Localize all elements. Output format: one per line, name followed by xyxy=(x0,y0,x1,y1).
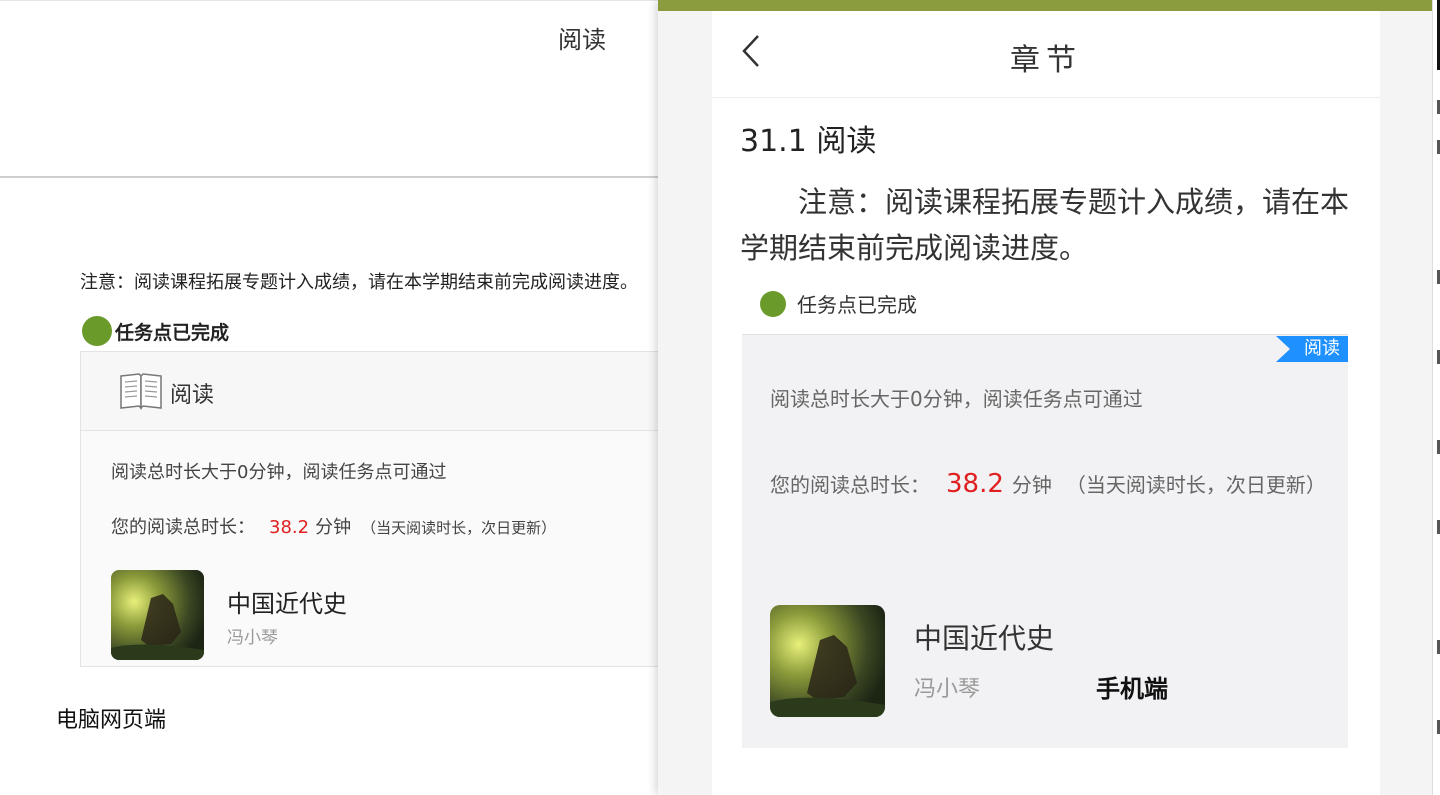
duration-value: 38.2 xyxy=(269,517,310,538)
page-title: 阅读 xyxy=(558,26,606,54)
task-status: 任务点已完成 xyxy=(82,316,229,346)
book-author: 冯小琴 xyxy=(227,628,278,648)
mobile-view: 章节 31.1 阅读 注意：阅读课程拓展专题计入成绩，请在本学期结束前完成阅读进… xyxy=(658,0,1434,795)
pass-rule-text: 阅读总时长大于0分钟，阅读任务点可通过 xyxy=(111,462,447,483)
notice-text: 注意：阅读课程拓展专题计入成绩，请在本学期结束前完成阅读进度。 xyxy=(80,272,638,293)
duration-unit: 分钟 xyxy=(315,517,352,538)
nav-title: 章节 xyxy=(1010,43,1082,78)
reading-card[interactable]: 阅读 阅读总时长大于0分钟，阅读任务点可通过 您的阅读总时长： 38.2 分钟 （当天… xyxy=(742,334,1348,748)
book-cover[interactable] xyxy=(111,570,204,660)
task-status: 任务点已完成 xyxy=(760,289,917,318)
phone-screen: 章节 31.1 阅读 注意：阅读课程拓展专题计入成绩，请在本学期结束前完成阅读进… xyxy=(712,11,1380,795)
desktop-view: 阅读 注意：阅读课程拓展专题计入成绩，请在本学期结束前完成阅读进度。 任务点已完… xyxy=(0,0,680,795)
phone-accent-bar xyxy=(658,0,1434,11)
completed-dot-icon xyxy=(760,290,786,317)
section-heading: 31.1 阅读 xyxy=(740,124,877,159)
notice-text: 注意：阅读课程拓展专题计入成绩，请在本学期结束前完成阅读进度。 xyxy=(740,185,1350,265)
background-window-edge xyxy=(1432,0,1440,795)
duration-note: （当天阅读时长，次日更新） xyxy=(1065,473,1326,497)
book-title[interactable]: 中国近代史 xyxy=(914,617,1054,657)
nav-bar: 章节 xyxy=(712,11,1380,98)
completed-dot-icon xyxy=(82,316,112,346)
pass-rule-text: 阅读总时长大于0分钟，阅读任务点可通过 xyxy=(770,387,1143,411)
desktop-caption: 电脑网页端 xyxy=(56,708,167,733)
reading-card-title: 阅读 xyxy=(170,383,215,408)
duration-label: 您的阅读总时长： xyxy=(770,473,930,497)
duration-note: （当天阅读时长，次日更新） xyxy=(361,519,557,537)
reading-badge: 阅读 xyxy=(1276,336,1348,362)
reading-duration: 您的阅读总时长： 38.2 分钟 （当天阅读时长，次日更新） xyxy=(770,447,1326,522)
task-status-label: 任务点已完成 xyxy=(797,293,917,317)
mobile-caption: 手机端 xyxy=(1096,675,1168,703)
duration-value: 38.2 xyxy=(946,469,1004,499)
duration-unit: 分钟 xyxy=(1011,473,1052,497)
header-divider xyxy=(0,176,660,178)
book-author: 冯小琴 xyxy=(914,677,981,702)
reading-duration: 您的阅读总时长： 38.2 分钟 （当天阅读时长，次日更新） xyxy=(111,513,556,539)
open-book-icon xyxy=(119,372,163,414)
reading-card: 阅读 阅读总时长大于0分钟，阅读任务点可通过 您的阅读总时长： 38.2 分钟 （当天… xyxy=(80,351,680,667)
book-title[interactable]: 中国近代史 xyxy=(227,584,347,619)
task-status-label: 任务点已完成 xyxy=(115,321,230,344)
duration-label: 您的阅读总时长： xyxy=(111,517,255,538)
top-divider xyxy=(0,0,660,1)
reading-card-header[interactable]: 阅读 xyxy=(81,352,679,431)
book-cover[interactable] xyxy=(770,605,885,717)
